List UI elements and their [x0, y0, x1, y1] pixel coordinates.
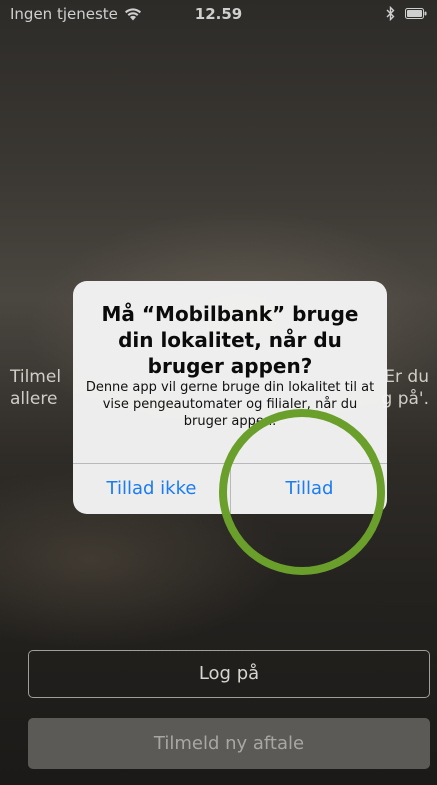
app-screen: Ingen tjeneste 12.59 Tilmel allere Er du…: [0, 0, 437, 785]
deny-location-button[interactable]: Tillad ikke: [73, 464, 230, 514]
battery-icon: [405, 8, 427, 19]
alert-title: Må “Mobilbank” bruge din lokalitet, når …: [101, 302, 359, 378]
status-bar: Ingen tjeneste 12.59: [0, 0, 437, 30]
highlight-circle-annotation: [219, 409, 385, 575]
background-text-line: g på'.: [381, 389, 429, 409]
background-text-left: Tilmel allere: [10, 366, 61, 410]
login-button[interactable]: Log på: [28, 650, 430, 698]
background-text-line: Er du: [384, 367, 429, 387]
background-text-line: Tilmel: [10, 367, 62, 387]
clock: 12.59: [194, 5, 243, 23]
bluetooth-icon: [386, 6, 395, 21]
background-text-right: Er du g på'.: [382, 366, 429, 410]
background-text-line: allere: [10, 389, 58, 409]
status-icons: [386, 6, 427, 21]
register-agreement-button[interactable]: Tilmeld ny aftale: [28, 718, 430, 769]
